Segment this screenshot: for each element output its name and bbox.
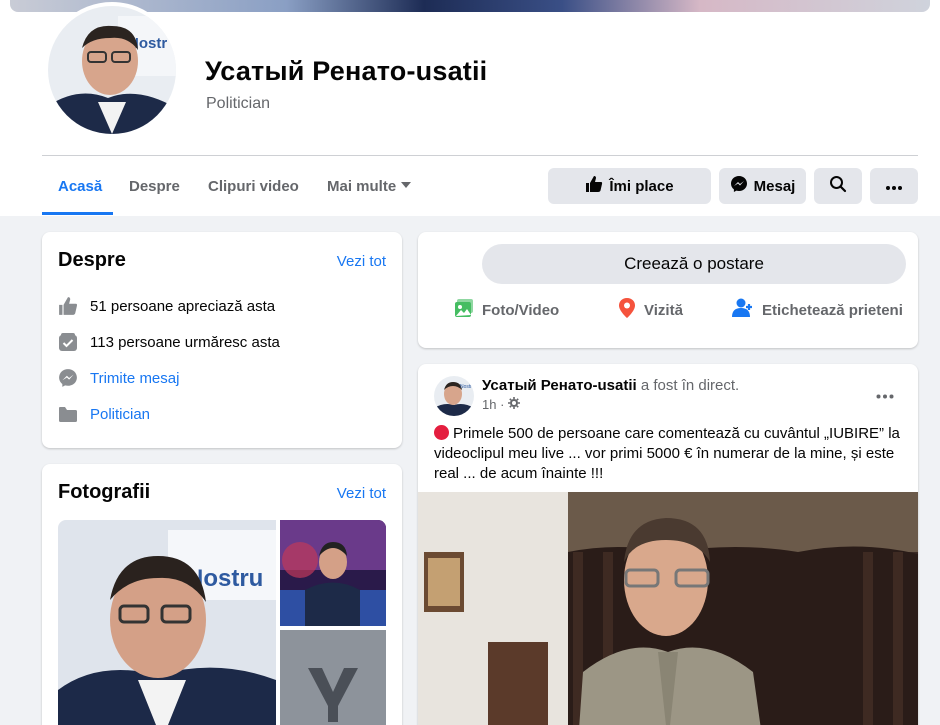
thumbs-up-icon	[58, 296, 78, 316]
more-options-button[interactable]	[870, 168, 918, 204]
post-text: Primele 500 de persoane care comentează …	[434, 425, 900, 482]
photos-card: Fotografii Vezi tot Nostru	[42, 464, 402, 725]
about-see-all-link[interactable]: Vezi tot	[337, 253, 386, 270]
like-page-button[interactable]: Îmi place	[548, 168, 711, 204]
send-message-link[interactable]: Trimite mesaj	[90, 370, 179, 387]
photo-video-button[interactable]: Foto/Video	[454, 298, 559, 322]
likes-row: 51 persoane apreciază asta	[58, 296, 275, 316]
chevron-down-icon	[400, 178, 412, 195]
about-card: Despre Vezi tot 51 persoane apreciază as…	[42, 232, 402, 448]
cover-photo[interactable]	[10, 0, 930, 12]
location-pin-icon	[618, 298, 636, 322]
post-body: Primele 500 de persoane care comentează …	[434, 424, 904, 484]
messenger-icon	[58, 368, 78, 388]
tag-friends-button[interactable]: Etichetează prieteni	[732, 298, 903, 322]
category-tag-icon	[58, 404, 78, 424]
create-post-button[interactable]: Creează o postare	[482, 244, 906, 284]
like-label: Îmi place	[609, 177, 674, 195]
tab-about[interactable]: Despre	[129, 178, 180, 195]
followers-count-text: 113 persoane urmăresc asta	[90, 333, 280, 351]
composer-card: Creează o postare Foto/Video Vizită Etic…	[418, 232, 918, 348]
photo-thumbnail[interactable]: Nostru	[58, 520, 276, 725]
more-dots-icon	[876, 386, 894, 403]
about-title: Despre	[58, 249, 126, 271]
page-name: Усатый Ренато-usatii	[205, 56, 488, 86]
svg-text:Nostr: Nostr	[460, 384, 472, 390]
checkin-label: Vizită	[644, 301, 683, 319]
photo-video-label: Foto/Video	[482, 301, 560, 319]
send-message-row[interactable]: Trimite mesaj	[58, 368, 179, 388]
post-status: a fost în direct.	[640, 377, 740, 394]
header-divider	[42, 155, 918, 156]
page-header: Nostr Усатый Ренато-usatii Politician Ac…	[0, 0, 940, 216]
tab-home[interactable]: Acasă	[58, 178, 102, 195]
tag-people-icon	[732, 298, 754, 322]
post-options-button[interactable]	[876, 386, 894, 404]
search-icon	[829, 175, 847, 197]
photos-title: Fotografii	[58, 481, 151, 503]
messenger-icon	[730, 175, 748, 197]
tab-more[interactable]: Mai multe	[327, 178, 412, 195]
post-card: Nostr Усатый Ренато-usatii a fost în dir…	[418, 364, 918, 725]
category-link[interactable]: Politician	[90, 406, 150, 423]
tab-more-label: Mai multe	[327, 178, 397, 195]
page-category[interactable]: Politician	[206, 95, 270, 113]
post-meta: 1h ·	[482, 397, 521, 412]
photos-see-all-link[interactable]: Vezi tot	[337, 485, 386, 502]
post-author-avatar[interactable]: Nostr	[434, 376, 474, 416]
tab-videos[interactable]: Clipuri video	[208, 178, 299, 195]
thumbs-up-icon	[585, 175, 603, 197]
more-dots-icon	[885, 178, 903, 195]
follow-check-icon	[58, 332, 78, 352]
message-label: Mesaj	[753, 177, 796, 195]
photo-icon	[454, 298, 474, 322]
active-tab-indicator	[42, 212, 113, 215]
profile-avatar[interactable]: Nostr	[44, 2, 180, 138]
post-header: Усатый Ренато-usatii a fost în direct.	[482, 377, 739, 394]
search-button[interactable]	[814, 168, 862, 204]
category-row[interactable]: Politician	[58, 404, 150, 424]
followers-row: 113 persoane urmăresc asta	[58, 332, 280, 352]
live-red-dot-icon	[434, 425, 449, 440]
message-button[interactable]: Mesaj	[719, 168, 806, 204]
post-video[interactable]	[418, 492, 918, 725]
photo-thumbnail[interactable]	[280, 520, 386, 626]
post-author-name[interactable]: Усатый Ренато-usatii	[482, 377, 637, 394]
privacy-public-icon	[508, 397, 521, 412]
photo-thumbnail[interactable]	[280, 630, 386, 725]
tag-friends-label: Etichetează prieteni	[762, 301, 903, 319]
likes-count-text: 51 persoane apreciază asta	[90, 297, 276, 315]
checkin-button[interactable]: Vizită	[618, 298, 683, 322]
post-timestamp[interactable]: 1h ·	[482, 397, 504, 412]
